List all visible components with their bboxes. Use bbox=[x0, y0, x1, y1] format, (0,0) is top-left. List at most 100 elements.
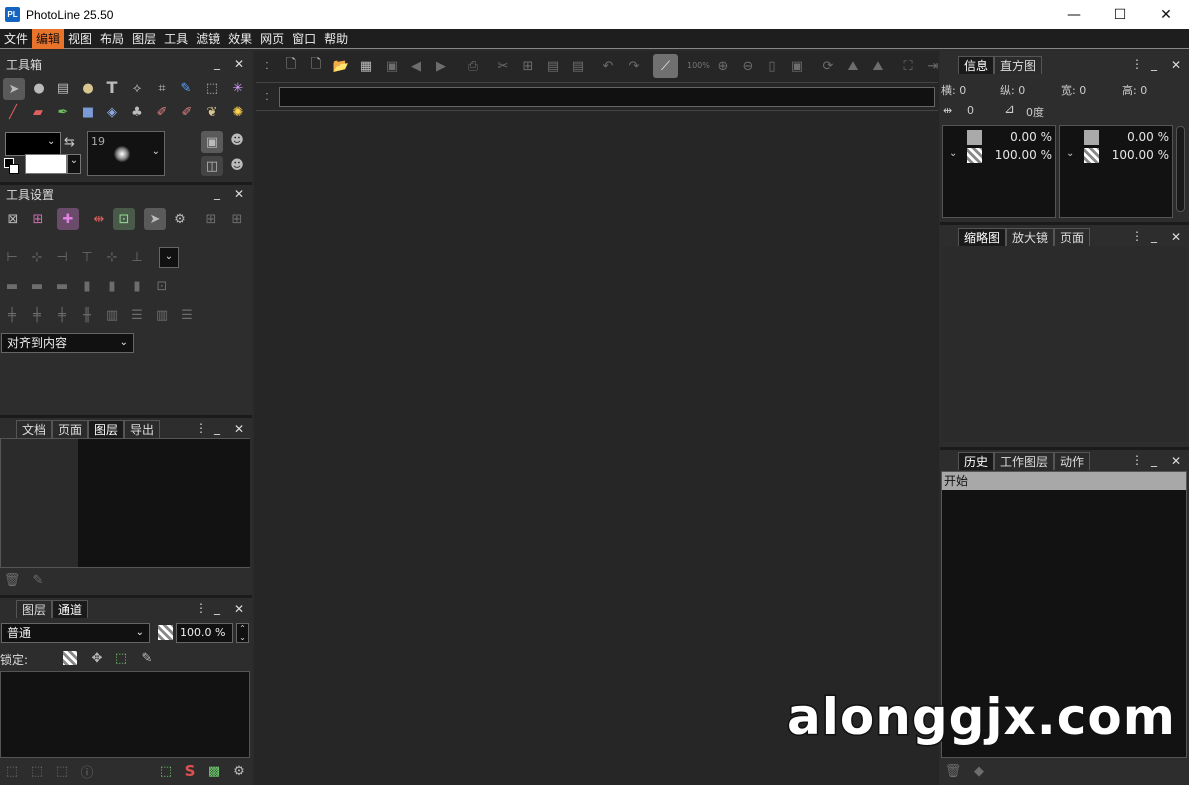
swap-colors-icon[interactable]: ⇆ bbox=[64, 135, 75, 150]
menu-web[interactable]: 网页 bbox=[256, 29, 288, 49]
adjust-layer-icon[interactable]: ▩ bbox=[205, 762, 223, 780]
info-scrollbar[interactable] bbox=[1176, 126, 1185, 212]
menu-window[interactable]: 窗口 bbox=[288, 29, 320, 49]
tab-work-layer[interactable]: 工作图层 bbox=[994, 452, 1055, 470]
info-panel-menu-icon[interactable]: ⋮ bbox=[1131, 57, 1143, 71]
opacity-input[interactable]: 100.0 % bbox=[176, 623, 233, 643]
tab-document[interactable]: 文档 bbox=[16, 420, 53, 438]
paste-icon[interactable]: ▤ bbox=[544, 57, 562, 75]
history-panel-minimize-button[interactable]: _ bbox=[1151, 453, 1157, 467]
add-select-icon[interactable]: ✚ bbox=[57, 208, 79, 230]
history-panel-close-button[interactable]: ✕ bbox=[1171, 454, 1181, 468]
light-icon[interactable]: ✺ bbox=[229, 103, 247, 121]
fill-icon[interactable]: ◈ bbox=[103, 103, 121, 121]
zoom-in-icon[interactable]: ⊕ bbox=[714, 57, 732, 75]
space-vertical-icon[interactable]: ☰ bbox=[178, 306, 196, 324]
finger-icon[interactable]: ✐ bbox=[178, 103, 196, 121]
tab-thumbnail[interactable]: 缩略图 bbox=[958, 228, 1007, 246]
exit-icon[interactable]: ⇥ bbox=[924, 57, 942, 75]
align-top-edge-icon[interactable]: ⊤ bbox=[78, 248, 96, 266]
toolbar-grip-icon[interactable]: ⁚ bbox=[258, 88, 276, 106]
ruler-icon[interactable]: ⟋ bbox=[653, 54, 678, 78]
group-layer-icon[interactable]: ⬚ bbox=[53, 762, 71, 780]
distribute-hcenter-icon[interactable]: ╪ bbox=[28, 306, 46, 324]
align-bottom-edge-icon[interactable]: ⊥ bbox=[128, 248, 146, 266]
print-icon[interactable]: ⎙ bbox=[464, 57, 482, 75]
gear-icon[interactable]: ⚙ bbox=[230, 762, 248, 780]
crop-icon[interactable]: ⌗ bbox=[153, 79, 171, 97]
text-icon[interactable]: T bbox=[103, 78, 121, 97]
layers-panel-close-button[interactable]: ✕ bbox=[234, 602, 244, 616]
align-target-dropdown[interactable]: 对齐到内容 ⌄ bbox=[1, 333, 134, 353]
panel-divider[interactable] bbox=[940, 447, 1189, 450]
transform-select-icon[interactable]: ⊡ bbox=[113, 208, 135, 230]
toolbox-minimize-button[interactable]: _ bbox=[214, 56, 220, 70]
menu-view[interactable]: 视图 bbox=[64, 29, 96, 49]
cut-icon[interactable]: ✂ bbox=[494, 57, 512, 75]
fullscreen-icon[interactable]: ⛶ bbox=[899, 57, 917, 75]
copy-icon[interactable]: ⊞ bbox=[519, 57, 537, 75]
align-top-icon[interactable]: ▮ bbox=[78, 277, 96, 295]
redo-icon[interactable]: ↷ bbox=[625, 57, 643, 75]
opacity-stepper[interactable]: ⌃ ⌄ bbox=[236, 623, 249, 643]
menu-file[interactable]: 文件 bbox=[0, 29, 32, 49]
align-vcenter-edge-icon[interactable]: ⊹ bbox=[103, 248, 121, 266]
minimize-button[interactable]: — bbox=[1051, 0, 1097, 29]
tab-export[interactable]: 导出 bbox=[124, 420, 161, 438]
duplicate-layer-icon[interactable]: ⬚ bbox=[28, 762, 46, 780]
close-button[interactable]: ✕ bbox=[1143, 0, 1189, 29]
pointer-select-icon[interactable]: ➤ bbox=[144, 208, 166, 230]
zoom-out-icon[interactable]: ⊖ bbox=[739, 57, 757, 75]
cat-icon[interactable]: ☻ bbox=[228, 131, 246, 149]
tab-info[interactable]: 信息 bbox=[958, 56, 995, 74]
path-icon[interactable]: ⟡ bbox=[128, 79, 146, 97]
ellipse-icon[interactable]: ● bbox=[30, 79, 48, 97]
back-icon[interactable]: ◀ bbox=[407, 57, 425, 75]
landscape-icon[interactable]: ⛰ bbox=[869, 57, 887, 75]
select-image-icon[interactable]: ⊠ bbox=[4, 210, 22, 228]
align-hcenter-edge-icon[interactable]: ⊹ bbox=[28, 248, 46, 266]
chevron-down-icon[interactable]: ⌄ bbox=[47, 136, 55, 147]
tab-layer[interactable]: 图层 bbox=[16, 600, 53, 618]
save-icon[interactable]: ▣ bbox=[383, 57, 401, 75]
cat-mask-icon[interactable]: ☻ bbox=[228, 156, 246, 174]
zoom-100-icon[interactable]: 100% bbox=[687, 61, 710, 70]
rotate-icon[interactable]: ⟳ bbox=[819, 57, 837, 75]
quick-mask-icon[interactable]: ◫ bbox=[201, 156, 223, 176]
doc-panel-close-button[interactable]: ✕ bbox=[234, 422, 244, 436]
history-item[interactable]: 开始 bbox=[942, 472, 1186, 490]
stamp-icon[interactable]: ▤ bbox=[54, 79, 72, 97]
maximize-button[interactable]: ☐ bbox=[1097, 0, 1143, 29]
align-left-edge-icon[interactable]: ⊢ bbox=[3, 248, 21, 266]
menu-effects[interactable]: 效果 bbox=[224, 29, 256, 49]
chevron-down-icon[interactable]: ⌄ bbox=[159, 247, 179, 268]
arrow-icon[interactable]: ➤ bbox=[3, 78, 25, 100]
fit-window-icon[interactable]: ▣ bbox=[788, 57, 806, 75]
trash-icon[interactable]: 🗑 bbox=[3, 571, 21, 589]
trash-icon[interactable]: 🗑 bbox=[944, 762, 962, 780]
new-document-icon[interactable]: 🗋 bbox=[282, 57, 300, 75]
brush-stamp-icon[interactable]: ✎ bbox=[29, 571, 47, 589]
blend-mode-dropdown[interactable]: 普通 ⌄ bbox=[1, 623, 150, 643]
menu-layer[interactable]: 图层 bbox=[128, 29, 160, 49]
info-panel-minimize-button[interactable]: _ bbox=[1151, 57, 1157, 71]
new-text-document-icon[interactable]: 🗋 bbox=[307, 57, 325, 75]
lock-paint-icon[interactable]: ✎ bbox=[138, 649, 156, 667]
gradient-icon[interactable]: ■ bbox=[79, 103, 97, 121]
distribute-right-icon[interactable]: ╪ bbox=[53, 306, 71, 324]
pen-icon[interactable]: ✎ bbox=[177, 79, 195, 97]
clone-icon[interactable]: ♣ bbox=[128, 103, 146, 121]
dropper-icon[interactable]: ✒ bbox=[54, 103, 72, 121]
chevron-down-icon[interactable]: ⌄ bbox=[67, 154, 81, 174]
layer-list[interactable] bbox=[0, 671, 250, 758]
magic-wand-icon[interactable]: ✳ bbox=[229, 79, 247, 97]
lock-move-icon[interactable]: ✥ bbox=[88, 649, 106, 667]
menu-edit[interactable]: 编辑 bbox=[32, 28, 65, 49]
paste-into-icon[interactable]: ▤ bbox=[569, 57, 587, 75]
sphere-icon[interactable]: ● bbox=[79, 79, 97, 97]
distribute-left-icon[interactable]: ╪ bbox=[3, 306, 21, 324]
smudge-icon[interactable]: ✐ bbox=[153, 103, 171, 121]
tab-page[interactable]: 页面 bbox=[1054, 228, 1091, 246]
canvas-area[interactable] bbox=[254, 51, 939, 785]
remove-select-icon[interactable]: ⇹ bbox=[90, 210, 108, 228]
